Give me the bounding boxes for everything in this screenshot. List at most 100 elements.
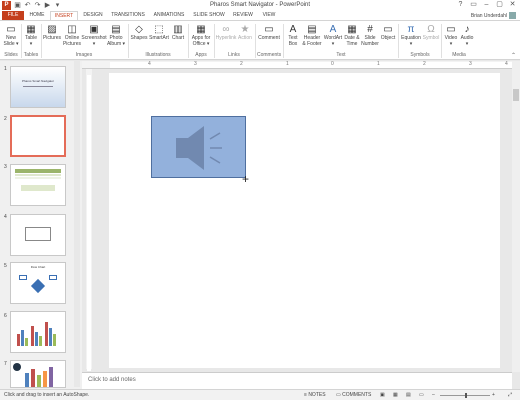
tab-home[interactable]: HOME xyxy=(26,11,48,20)
tab-design[interactable]: DESIGN xyxy=(80,11,106,20)
pictures-button[interactable]: ▨ Pictures xyxy=(42,23,62,42)
zoom-out-button[interactable]: – xyxy=(432,392,435,398)
video-label-2: ▾ xyxy=(449,41,453,47)
thumbnail-box xyxy=(19,275,27,280)
photo-album-button[interactable]: ▤ Photo Album ▾ xyxy=(106,23,126,48)
zoom-slider[interactable] xyxy=(440,393,490,398)
zoom-in-button[interactable]: + xyxy=(492,392,495,398)
ruler-number: 4 xyxy=(505,61,508,67)
slide-thumbnail-7[interactable] xyxy=(10,360,66,388)
comments-toggle-label: COMMENTS xyxy=(342,392,372,398)
slide-thumbnail-2[interactable] xyxy=(10,115,66,157)
slide-number-label-2: Number xyxy=(361,41,379,47)
tab-animations[interactable]: ANIMATIONS xyxy=(150,11,188,20)
group-tables: Tables xyxy=(23,52,39,58)
thumbnail-number: 2 xyxy=(4,116,7,122)
thumbnail-number: 4 xyxy=(4,214,7,220)
video-icon: ▭ xyxy=(446,23,456,35)
ribbon-display-icon[interactable]: ▭ xyxy=(468,0,479,10)
table-button[interactable]: ▦ Table ▾ xyxy=(22,23,40,48)
slide-scrollbar[interactable] xyxy=(512,61,520,372)
wordart-label-2: ▾ xyxy=(331,41,335,47)
notes-toggle-label: NOTES xyxy=(308,392,326,398)
audio-button[interactable]: ♪ Audio ▾ xyxy=(459,23,475,48)
slide-number-icon: # xyxy=(367,23,373,35)
audio-placeholder-shape[interactable] xyxy=(151,116,246,178)
symbol-button[interactable]: Ω Symbol xyxy=(422,23,440,42)
group-divider xyxy=(398,24,399,58)
online-pictures-button[interactable]: ◫ Online Pictures xyxy=(62,23,82,48)
speaker-icon xyxy=(176,126,222,170)
maximize-icon[interactable]: ▢ xyxy=(494,0,505,10)
chart-button[interactable]: ▥ Chart xyxy=(170,23,186,42)
reading-view-icon[interactable]: ▤ xyxy=(406,392,411,398)
notes-pane[interactable]: Click to add notes xyxy=(82,372,512,389)
hyperlink-button[interactable]: ∞ Hyperlink xyxy=(215,23,237,42)
close-icon[interactable]: ✕ xyxy=(507,0,518,10)
equation-button[interactable]: π Equation ▾ xyxy=(400,23,422,48)
photo-album-icon: ▤ xyxy=(111,23,121,35)
status-message: Click and drag to insert an AutoShape. xyxy=(4,392,90,398)
notes-toggle-button[interactable]: ≡ NOTES xyxy=(304,392,326,398)
help-icon[interactable]: ? xyxy=(455,0,466,10)
date-time-button[interactable]: ▦ Date & Time xyxy=(343,23,361,48)
slide-thumbnail-3[interactable] xyxy=(10,164,66,206)
user-account[interactable]: Brian Underdahl xyxy=(471,12,516,19)
wordart-button[interactable]: A WordArt ▾ xyxy=(323,23,343,48)
slide-thumbnail-1[interactable]: Pharos Smart Navigator xyxy=(10,66,66,108)
tab-slide-show[interactable]: SLIDE SHOW xyxy=(190,11,228,20)
pictures-icon: ▨ xyxy=(47,23,57,35)
comments-toggle-button[interactable]: ▭ COMMENTS xyxy=(336,392,371,398)
notes-placeholder: Click to add notes xyxy=(88,377,136,383)
slide-show-icon[interactable]: ▭ xyxy=(419,392,424,398)
slide-thumbnail-4[interactable] xyxy=(10,214,66,256)
tab-insert[interactable]: INSERT xyxy=(50,11,78,20)
screenshot-icon: ▣ xyxy=(89,23,99,35)
thumbnails-scrollbar[interactable] xyxy=(74,61,80,387)
header-footer-button[interactable]: ▤ Header & Footer xyxy=(301,23,323,48)
online-pictures-icon: ◫ xyxy=(67,23,77,35)
fit-slide-icon[interactable]: ⤢ xyxy=(508,392,512,398)
shapes-button[interactable]: ◇ Shapes xyxy=(130,23,148,42)
shapes-icon: ◇ xyxy=(135,23,143,35)
tab-file[interactable]: FILE xyxy=(2,11,24,20)
slide-canvas[interactable]: + xyxy=(109,73,500,368)
slide-number-button[interactable]: # Slide Number xyxy=(361,23,379,48)
tab-transitions[interactable]: TRANSITIONS xyxy=(108,11,148,20)
hyperlink-label: Hyperlink xyxy=(215,35,237,41)
new-slide-button[interactable]: ▭ New Slide ▾ xyxy=(2,23,20,48)
action-button[interactable]: ★ Action xyxy=(237,23,253,42)
tab-view[interactable]: VIEW xyxy=(258,11,280,20)
apps-for-office-button[interactable]: ▦ Apps for Office ▾ xyxy=(190,23,212,48)
thumbnail-table-row xyxy=(15,177,61,179)
normal-view-icon[interactable]: ▣ xyxy=(380,392,385,398)
header-footer-icon: ▤ xyxy=(307,23,317,35)
collapse-ribbon-icon[interactable]: ⌃ xyxy=(511,52,516,59)
video-button[interactable]: ▭ Video ▾ xyxy=(443,23,459,48)
tab-review[interactable]: REVIEW xyxy=(230,11,256,20)
slide-thumbnail-5[interactable]: Flow Chart xyxy=(10,262,66,304)
thumbnail-3d-chart-icon xyxy=(13,363,53,387)
date-time-icon: ▦ xyxy=(347,23,357,35)
screenshot-button[interactable]: ▣ Screenshot ▾ xyxy=(81,23,106,48)
screenshot-label-2: ▾ xyxy=(92,41,96,47)
object-button[interactable]: ▭ Object xyxy=(379,23,397,42)
comment-button[interactable]: ▭ Comment xyxy=(257,23,281,42)
smartart-label: SmartArt xyxy=(149,35,169,41)
object-icon: ▭ xyxy=(383,23,393,35)
group-media: Media xyxy=(452,52,466,58)
scrollbar-thumb[interactable] xyxy=(513,89,519,101)
slide-sorter-icon[interactable]: ▦ xyxy=(393,392,398,398)
minimize-icon[interactable]: – xyxy=(481,0,492,10)
new-slide-label-2: Slide ▾ xyxy=(3,41,19,47)
symbol-label: Symbol xyxy=(422,35,440,41)
ruler-number: 1 xyxy=(377,61,380,67)
pictures-label: Pictures xyxy=(42,35,62,41)
zoom-slider-thumb[interactable] xyxy=(465,393,467,398)
slide-thumbnail-6[interactable] xyxy=(10,311,66,353)
thumbnail-table-header xyxy=(15,169,61,173)
audio-label-2: ▾ xyxy=(465,41,469,47)
text-box-button[interactable]: A Text Box xyxy=(285,23,301,48)
smartart-button[interactable]: ⬚ SmartArt xyxy=(148,23,170,42)
group-divider xyxy=(128,24,129,58)
